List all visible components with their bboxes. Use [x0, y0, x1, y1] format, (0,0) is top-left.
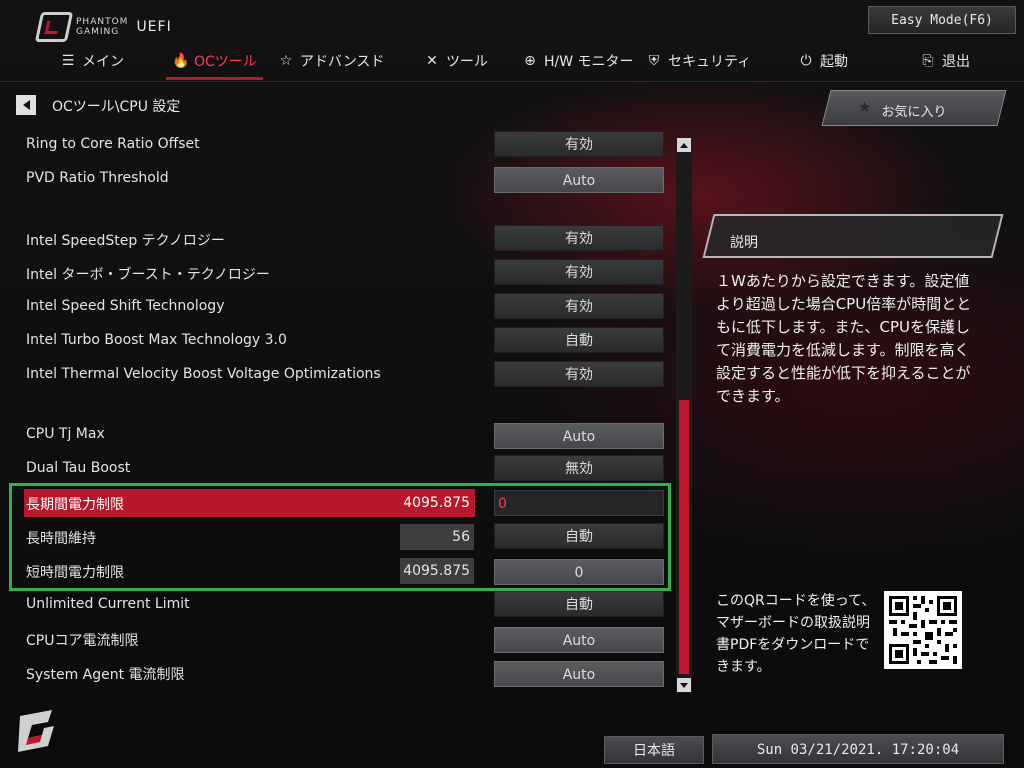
tab-exit-label: 退出: [942, 54, 970, 70]
tab-hw-monitor-label: H/W モニター: [544, 54, 634, 70]
setting-label: Intel Thermal Velocity Boost Voltage Opt…: [26, 366, 381, 382]
setting-value-unlimited-current[interactable]: 自動: [494, 591, 664, 617]
tab-oc-tools-label: OCツール: [194, 54, 257, 70]
highlight-box: [9, 483, 671, 591]
setting-row-speedstep[interactable]: Intel SpeedStep テクノロジー: [24, 225, 474, 253]
setting-row-pvd-ratio[interactable]: PVD Ratio Threshold: [24, 165, 474, 193]
tab-main-label: メイン: [82, 54, 124, 70]
qr-code: [884, 591, 962, 669]
favorites-button[interactable]: ★ お気に入り: [821, 90, 1007, 126]
star-icon: ☆: [279, 53, 293, 69]
setting-label: CPU Tj Max: [26, 426, 105, 442]
main-tabs: ☰ メイン 🔥 OCツール ☆ アドバンスド ✕ ツール ⊕ H/W モニター …: [0, 44, 1024, 80]
asrock-logo-icon: [34, 12, 74, 42]
tab-security[interactable]: ⛨ セキュリティ: [646, 44, 751, 78]
date-time-display: Sun 03/21/2021. 17:20:04: [712, 734, 1004, 764]
setting-value-system-agent-current[interactable]: Auto: [494, 661, 664, 687]
list-icon: ☰: [61, 53, 75, 69]
qr-code-text: このQRコードを使って、マザーボードの取扱説明書PDFをダウンロードできます。: [716, 593, 876, 675]
scrollbar-thumb[interactable]: [679, 400, 689, 674]
crosshair-icon: ⊕: [524, 53, 536, 69]
setting-label: Intel ターボ・ブースト・テクノロジー: [26, 267, 270, 283]
phantom-gaming-logo-icon: [14, 708, 60, 754]
back-button[interactable]: [16, 95, 36, 115]
setting-label: Intel Turbo Boost Max Technology 3.0: [26, 332, 287, 348]
setting-label: Intel SpeedStep テクノロジー: [26, 233, 225, 249]
power-icon: ⏻: [800, 53, 812, 69]
explanation-title: 説明: [730, 235, 758, 251]
setting-label: Unlimited Current Limit: [26, 596, 190, 612]
exit-icon: ⎘: [922, 53, 934, 69]
scroll-down-arrow-icon[interactable]: [677, 678, 691, 692]
setting-row-ring-to-core[interactable]: Ring to Core Ratio Offset: [24, 131, 474, 159]
setting-value-turbo-max-3[interactable]: 自動: [494, 327, 664, 353]
tab-tools[interactable]: ✕ ツール: [424, 44, 488, 78]
setting-value-speedstep[interactable]: 有効: [494, 225, 664, 251]
tab-oc-tools[interactable]: 🔥 OCツール: [166, 44, 263, 80]
explanation-header: 説明: [702, 214, 1004, 258]
flame-icon: 🔥: [172, 53, 190, 69]
setting-row-system-agent-current[interactable]: System Agent 電流制限: [24, 659, 474, 687]
setting-row-turbo-max-3[interactable]: Intel Turbo Boost Max Technology 3.0: [24, 327, 474, 355]
easy-mode-button[interactable]: Easy Mode(F6): [868, 6, 1016, 34]
tab-advanced-label: アドバンスド: [300, 54, 385, 70]
phantom-gaming-logo: PHANTOM GAMING UEFI: [34, 12, 172, 42]
tab-hw-monitor[interactable]: ⊕ H/W モニター: [522, 44, 634, 78]
setting-row-turbo-boost[interactable]: Intel ターボ・ブースト・テクノロジー: [24, 259, 474, 287]
setting-row-dual-tau[interactable]: Dual Tau Boost: [24, 455, 474, 483]
tab-main[interactable]: ☰ メイン: [60, 44, 124, 78]
explanation-text: １Wあたりから設定できます。設定値より超過した場合CPU倍率が時間とともに低下し…: [716, 272, 972, 405]
tab-advanced[interactable]: ☆ アドバンスド: [278, 44, 385, 78]
setting-label: System Agent 電流制限: [26, 667, 185, 683]
setting-value-dual-tau[interactable]: 無効: [494, 455, 664, 481]
tab-exit[interactable]: ⎘ 退出: [920, 44, 970, 78]
wrench-icon: ✕: [426, 53, 438, 69]
setting-value-cpu-core-current[interactable]: Auto: [494, 627, 664, 653]
setting-label: CPUコア電流制限: [26, 633, 139, 649]
tab-boot-label: 起動: [820, 54, 848, 70]
setting-label: Ring to Core Ratio Offset: [26, 136, 200, 152]
setting-row-cpu-tj-max[interactable]: CPU Tj Max: [24, 421, 474, 449]
setting-value-tvb-voltage[interactable]: 有効: [494, 361, 664, 387]
brand-line1: PHANTOM: [76, 17, 129, 27]
breadcrumb: OCツール\CPU 設定: [52, 99, 181, 115]
setting-value-speed-shift[interactable]: 有効: [494, 293, 664, 319]
language-button[interactable]: 日本語: [604, 736, 704, 764]
scroll-up-arrow-icon[interactable]: [677, 138, 691, 152]
setting-label: Intel Speed Shift Technology: [26, 298, 225, 314]
setting-row-unlimited-current[interactable]: Unlimited Current Limit: [24, 591, 474, 619]
tab-boot[interactable]: ⏻ 起動: [798, 44, 848, 78]
setting-value-pvd-ratio[interactable]: Auto: [494, 167, 664, 193]
tab-tools-label: ツール: [446, 54, 488, 70]
setting-row-speed-shift[interactable]: Intel Speed Shift Technology: [24, 293, 474, 321]
setting-value-cpu-tj-max[interactable]: Auto: [494, 423, 664, 449]
setting-value-ring-to-core[interactable]: 有効: [494, 131, 664, 157]
setting-label: Dual Tau Boost: [26, 460, 131, 476]
setting-label: PVD Ratio Threshold: [26, 170, 169, 186]
product-name: UEFI: [136, 19, 172, 35]
setting-row-tvb-voltage[interactable]: Intel Thermal Velocity Boost Voltage Opt…: [24, 361, 474, 389]
qr-code-icon: [884, 591, 962, 669]
favorites-label: お気に入り: [881, 105, 947, 120]
shield-icon: ⛨: [648, 53, 660, 69]
setting-value-turbo-boost[interactable]: 有効: [494, 259, 664, 285]
brand-line2: GAMING: [76, 27, 120, 37]
tab-security-label: セキュリティ: [668, 54, 752, 70]
header-divider: [0, 81, 1024, 82]
setting-row-cpu-core-current[interactable]: CPUコア電流制限: [24, 625, 474, 653]
